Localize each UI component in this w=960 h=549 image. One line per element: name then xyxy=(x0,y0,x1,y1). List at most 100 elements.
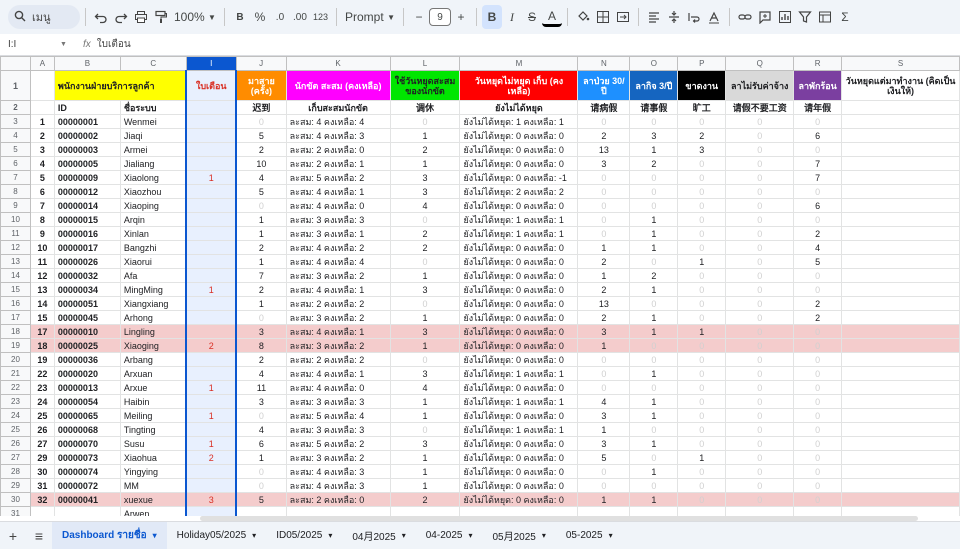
cell-late[interactable]: 1 xyxy=(235,212,287,227)
cell-worked-holiday[interactable] xyxy=(841,450,960,465)
cell-warning[interactable] xyxy=(185,478,238,493)
cell-unpaid-leave[interactable]: 0 xyxy=(725,464,795,479)
cell-holiday-pending[interactable]: ยังไม่ได้หยุด: 0 คงเหลือ: 0 xyxy=(459,408,579,423)
cell-holiday-pending[interactable]: ยังไม่ได้หยุด: 0 คงเหลือ: 0 xyxy=(459,296,579,311)
cell-id[interactable]: 00000065 xyxy=(53,408,121,423)
font-size-increase-button[interactable]: + xyxy=(451,5,471,29)
cell-holiday-pending[interactable]: ยังไม่ได้หยุด: 0 คงเหลือ: -1 xyxy=(459,170,579,185)
cell-index[interactable]: 11 xyxy=(29,254,55,269)
cell-personal-leave[interactable]: 0 xyxy=(629,184,679,199)
borders-icon[interactable] xyxy=(593,5,613,29)
column-header-p[interactable]: P xyxy=(677,56,727,71)
cell-late[interactable]: 10 xyxy=(235,156,287,171)
cell-warning[interactable]: 1 xyxy=(185,282,238,297)
cell-unpaid-leave[interactable] xyxy=(725,506,795,516)
cell-holiday-used[interactable]: 1 xyxy=(389,310,461,325)
cell-late[interactable]: 11 xyxy=(235,380,287,395)
subheader-p[interactable]: 旷工 xyxy=(677,100,727,115)
cell-warning[interactable] xyxy=(185,394,238,409)
cell-late[interactable]: 5 xyxy=(235,128,287,143)
select-all-corner[interactable] xyxy=(0,56,31,71)
subheader-l[interactable]: 调休 xyxy=(389,100,461,115)
cell-index[interactable]: 17 xyxy=(29,324,55,339)
cell-id[interactable] xyxy=(53,506,121,516)
cell-warning[interactable] xyxy=(185,184,238,199)
cell-holiday-used[interactable]: 2 xyxy=(389,142,461,157)
cell-absent[interactable]: 0 xyxy=(677,366,727,381)
cell-index[interactable]: 26 xyxy=(29,422,55,437)
cell-annual-leave[interactable]: 7 xyxy=(793,170,843,185)
cell-unpaid-leave[interactable]: 0 xyxy=(725,282,795,297)
subheader-n[interactable]: 请病假 xyxy=(577,100,631,115)
cell-warning[interactable] xyxy=(185,506,238,516)
cell-holiday-accum[interactable]: ละสม: 2 คงเหลือ: 0 xyxy=(285,492,391,507)
cell-worked-holiday[interactable] xyxy=(841,156,960,171)
cell-absent[interactable]: 0 xyxy=(677,170,727,185)
cell-warning[interactable] xyxy=(185,240,238,255)
formula-input[interactable]: ใบเตือน xyxy=(97,37,131,52)
cell-warning[interactable]: 3 xyxy=(185,492,238,507)
cell-name[interactable]: Arwen xyxy=(119,506,187,516)
subheader-k[interactable]: เก็บสะสมนักขัต xyxy=(285,100,391,115)
sheet-tab[interactable]: Holiday05/2025 ▾ xyxy=(167,522,267,549)
cell-index[interactable]: 22 xyxy=(29,366,55,381)
cell-holiday-accum[interactable]: ละสม: 2 คงเหลือ: 1 xyxy=(285,156,391,171)
cell-holiday-pending[interactable]: ยังไม่ได้หยุด: 1 คงเหลือ: 1 xyxy=(459,114,579,129)
cell-unpaid-leave[interactable]: 0 xyxy=(725,142,795,157)
cell-index[interactable]: 6 xyxy=(29,184,55,199)
cell-name[interactable]: Xiaozhou xyxy=(119,184,187,199)
all-sheets-menu-icon[interactable]: ≡ xyxy=(26,528,52,544)
cell-absent[interactable]: 3 xyxy=(677,142,727,157)
cell-unpaid-leave[interactable]: 0 xyxy=(725,366,795,381)
cell-name[interactable]: Lingling xyxy=(119,324,187,339)
decrease-decimal-button[interactable]: .0 xyxy=(270,5,290,29)
text-wrap-icon[interactable] xyxy=(684,5,704,29)
cell-late[interactable]: 4 xyxy=(235,170,287,185)
cell-annual-leave[interactable]: 0 xyxy=(793,492,843,507)
cell-warning[interactable] xyxy=(185,352,238,367)
paint-format-icon[interactable] xyxy=(151,5,171,29)
cell-sick-leave[interactable]: 2 xyxy=(577,128,631,143)
text-rotation-icon[interactable] xyxy=(704,5,724,29)
header-p[interactable]: ขาดงาน xyxy=(677,70,727,101)
cell-absent[interactable]: 0 xyxy=(677,380,727,395)
cell-unpaid-leave[interactable]: 0 xyxy=(725,492,795,507)
cell-late[interactable]: 4 xyxy=(235,422,287,437)
cell-holiday-pending[interactable]: ยังไม่ได้หยุด: 1 คงเหลือ: 1 xyxy=(459,394,579,409)
cell-unpaid-leave[interactable]: 0 xyxy=(725,338,795,353)
cell-warning[interactable]: 1 xyxy=(185,170,238,185)
cell-holiday-used[interactable]: 4 xyxy=(389,198,461,213)
cell-name[interactable]: Tingting xyxy=(119,422,187,437)
subheader-j[interactable]: 迟到 xyxy=(235,100,287,115)
column-header-q[interactable]: Q xyxy=(725,56,795,71)
row-header[interactable]: 9 xyxy=(0,198,31,213)
percent-format-button[interactable]: % xyxy=(250,5,270,29)
cell-late[interactable]: 7 xyxy=(235,268,287,283)
cell-absent[interactable] xyxy=(677,506,727,516)
cell-late[interactable]: 0 xyxy=(235,114,287,129)
cell-id[interactable]: 00000003 xyxy=(53,142,121,157)
cell-holiday-pending[interactable]: ยังไม่ได้หยุด: 0 คงเหลือ: 0 xyxy=(459,464,579,479)
cell-annual-leave[interactable]: 2 xyxy=(793,310,843,325)
cell-index[interactable]: 27 xyxy=(29,436,55,451)
subheader-o[interactable]: 请事假 xyxy=(629,100,679,115)
sheet-tab[interactable]: 04-2025 ▾ xyxy=(416,522,483,549)
cell-id[interactable]: 00000026 xyxy=(53,254,121,269)
cell-personal-leave[interactable]: 0 xyxy=(629,114,679,129)
row-header[interactable]: 27 xyxy=(0,450,31,465)
cell-unpaid-leave[interactable]: 0 xyxy=(725,310,795,325)
cell-holiday-used[interactable]: 1 xyxy=(389,268,461,283)
cell-absent[interactable]: 0 xyxy=(677,436,727,451)
cell-holiday-used[interactable]: 0 xyxy=(389,422,461,437)
cell-holiday-accum[interactable]: ละสม: 4 คงเหลือ: 3 xyxy=(285,128,391,143)
cell-warning[interactable] xyxy=(185,268,238,283)
cell-id[interactable]: 00000002 xyxy=(53,128,121,143)
cell-holiday-accum[interactable]: ละสม: 3 คงเหลือ: 2 xyxy=(285,338,391,353)
cell-annual-leave[interactable]: 0 xyxy=(793,436,843,451)
horizontal-align-icon[interactable] xyxy=(644,5,664,29)
sheet-tab[interactable]: 05-2025 ▾ xyxy=(556,522,623,549)
cell-index[interactable]: 12 xyxy=(29,268,55,283)
redo-icon[interactable] xyxy=(111,5,131,29)
cell-personal-leave[interactable]: 0 xyxy=(629,338,679,353)
cell-name[interactable]: Xiaolong xyxy=(119,170,187,185)
